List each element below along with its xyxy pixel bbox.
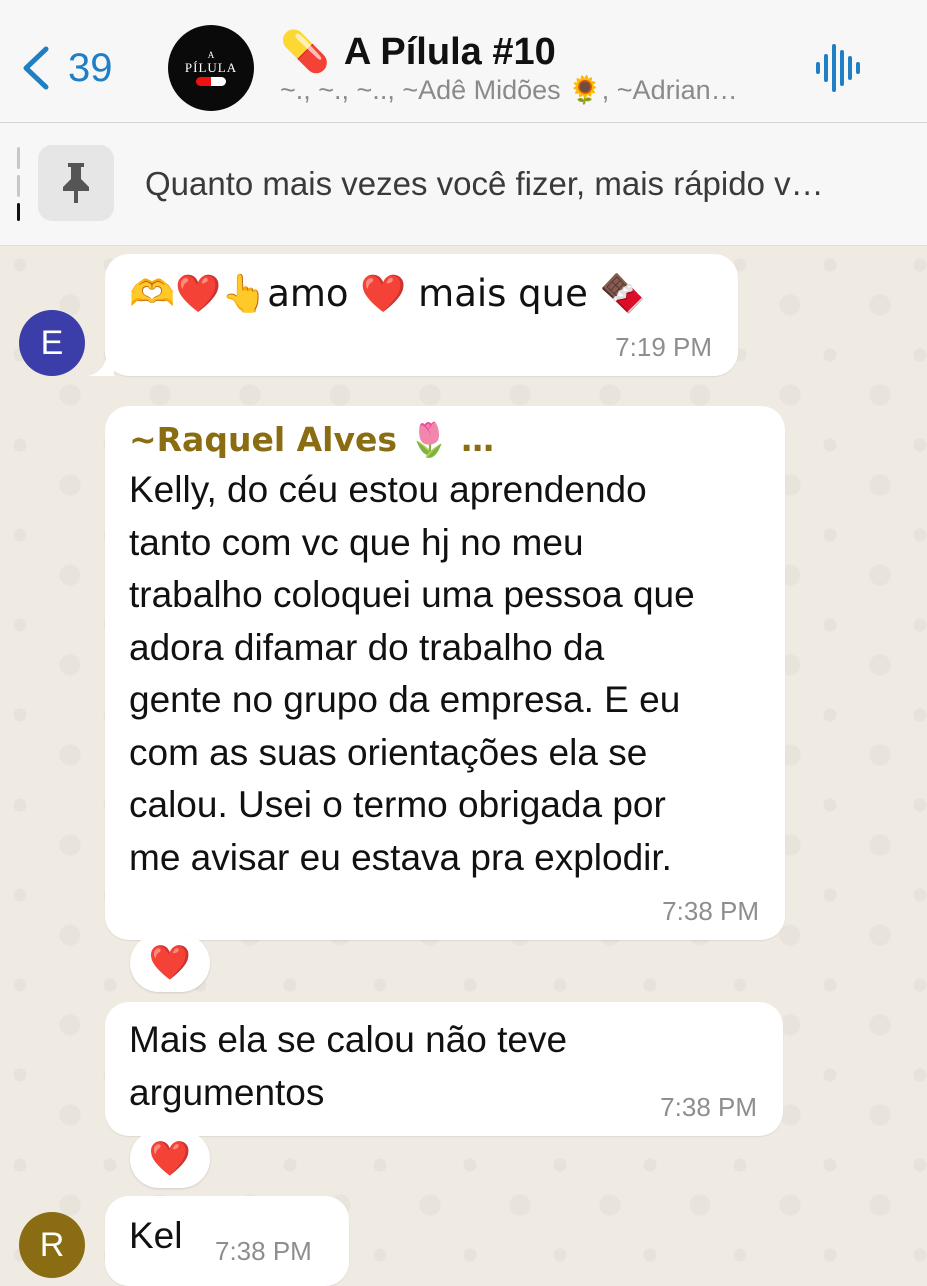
back-button[interactable]: 39 xyxy=(18,40,128,96)
reaction-badge[interactable]: ❤️ xyxy=(130,1130,210,1188)
audio-waveform-icon xyxy=(816,44,860,92)
pinned-message-text: Quanto mais vezes você fizer, mais rápid… xyxy=(145,165,824,202)
chat-title: A Pílula #10 xyxy=(343,30,556,73)
chat-title-row[interactable]: 💊 A Pílula #10 xyxy=(280,28,556,76)
message-bubble[interactable]: Mais ela se calou não teve argumentos 7:… xyxy=(105,1002,783,1136)
reaction-badge[interactable]: ❤️ xyxy=(130,934,210,992)
message-line: gente no grupo da empresa. E eu xyxy=(129,679,681,720)
message-line: adora difamar do trabalho da xyxy=(129,626,605,668)
message-body: Mais ela se calou não teve argumentos xyxy=(129,1014,729,1119)
pin-indicator-active xyxy=(17,203,20,221)
group-avatar-name: PÍLULA xyxy=(184,59,238,75)
message-line: Kelly, do céu estou aprendendo xyxy=(129,469,647,510)
group-avatar-top-text: A xyxy=(207,49,215,60)
pin-indicator-segment xyxy=(17,175,20,197)
heart-reaction-icon: ❤️ xyxy=(148,1139,192,1179)
pin-icon-box xyxy=(38,145,114,221)
avatar-letter: R xyxy=(39,1225,65,1264)
message-bubble[interactable]: 🫶❤️👆amo ❤️ mais que 🍫 7:19 PM xyxy=(105,254,738,376)
chat-header: 39 A PÍLULA 💊 A Pílula #10 ~., ~., ~.., … xyxy=(0,0,927,123)
message-time: 7:38 PM xyxy=(660,1092,757,1122)
avatar-letter: E xyxy=(40,323,64,362)
message-text: 🫶❤️👆amo ❤️ mais que 🍫 xyxy=(129,272,646,315)
heart-reaction-icon: ❤️ xyxy=(148,943,192,983)
message-line: trabalho coloquei uma pessoa que xyxy=(129,574,695,615)
message-line: argumentos xyxy=(129,1071,325,1113)
chat-members: ~., ~., ~.., ~Adê Midões 🌻, ~Adrian… xyxy=(280,75,738,105)
message-line: com as suas orientações ela se xyxy=(129,731,648,773)
message-line: Mais ela se calou não teve xyxy=(129,1019,568,1060)
message-bubble[interactable]: ~Raquel Alves 🌷 … Kelly, do céu estou ap… xyxy=(105,406,785,940)
audio-call-button[interactable] xyxy=(810,40,866,96)
sender-name[interactable]: ~Raquel Alves 🌷 … xyxy=(129,420,494,460)
sender-avatar[interactable]: R xyxy=(19,1212,85,1278)
pill-emoji-icon: 💊 xyxy=(280,29,330,75)
message-text: Kel xyxy=(129,1215,183,1256)
pill-icon xyxy=(196,76,226,86)
pin-icon xyxy=(63,163,89,203)
message-time: 7:38 PM xyxy=(215,1236,312,1266)
message-line: calou. Usei o termo obrigada por xyxy=(129,784,666,825)
pin-indicator-segment xyxy=(17,147,20,169)
group-avatar[interactable]: A PÍLULA xyxy=(168,25,254,111)
message-line: tanto com vc que hj no meu xyxy=(129,521,584,563)
message-line: me avisar eu estava pra explodir. xyxy=(129,836,672,878)
bubble-tail xyxy=(88,352,114,376)
message-time: 7:38 PM xyxy=(662,896,759,926)
unread-count: 39 xyxy=(68,45,113,90)
pinned-message-banner[interactable]: Quanto mais vezes você fizer, mais rápid… xyxy=(0,123,927,246)
sender-avatar[interactable]: E xyxy=(19,310,85,376)
message-body: Kelly, do céu estou aprendendo tanto com… xyxy=(129,464,769,884)
message-bubble[interactable]: Kel 7:38 PM xyxy=(105,1196,349,1286)
message-time: 7:19 PM xyxy=(615,332,712,362)
back-chevron-icon xyxy=(23,46,49,90)
